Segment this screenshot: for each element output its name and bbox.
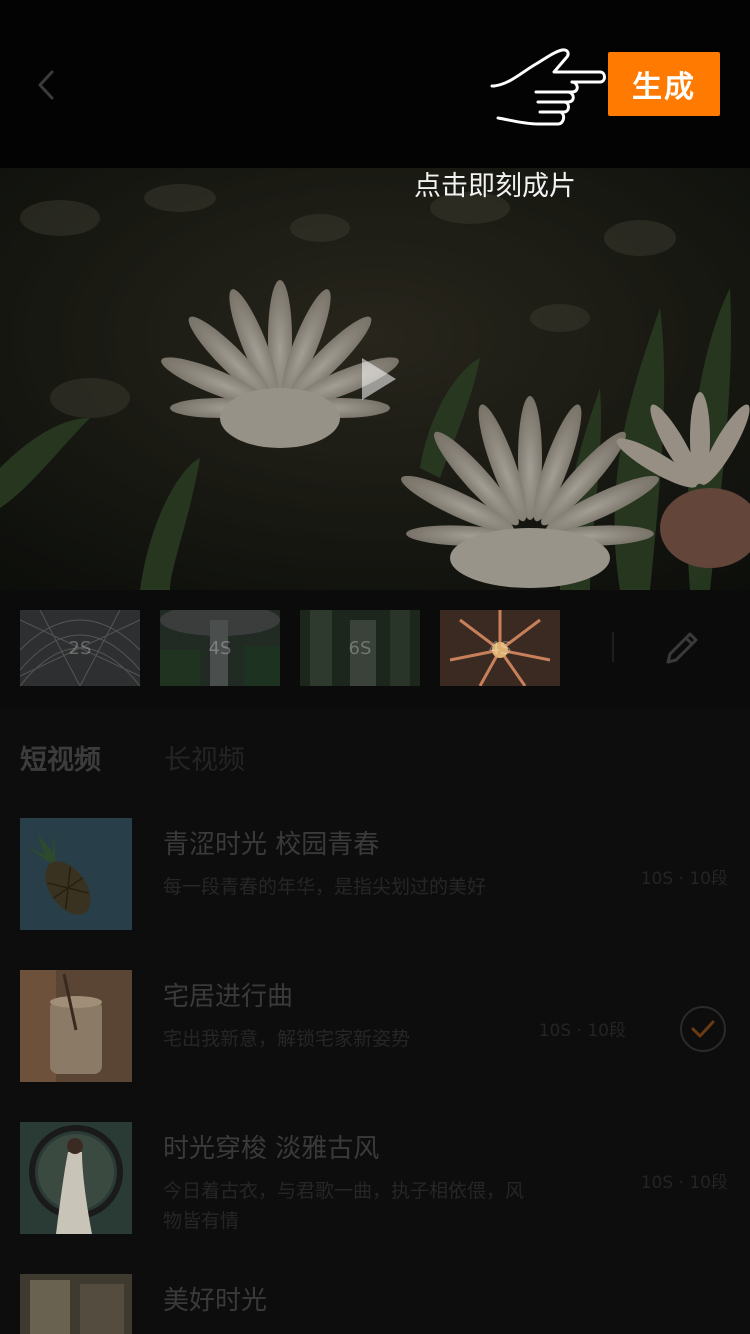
template-description: 今日着古衣，与君歌一曲，执子相依偎，风物皆有情	[163, 1180, 525, 1232]
chevron-left-icon[interactable]	[28, 62, 68, 108]
clip-duration: 6S	[348, 637, 372, 659]
clip-thumbnail[interactable]: 4S	[440, 610, 560, 686]
template-title: 时光穿梭 淡雅古风	[163, 1134, 380, 1164]
clip-duration: 2S	[68, 637, 92, 659]
clip-duration: 4S	[488, 637, 512, 659]
template-title: 美好时光	[163, 1286, 268, 1316]
generate-hint-text: 点击即刻成片	[414, 171, 576, 202]
app-root: 生成 点击即刻成片 2S 4S 6S 4S 短视频 长视频 青涩时光 校园青春 …	[0, 0, 750, 1334]
video-preview[interactable]	[0, 168, 750, 590]
clip-strip: 2S 4S 6S 4S	[0, 590, 750, 708]
clip-strip-divider	[612, 632, 614, 662]
clip-thumbnail[interactable]: 2S	[20, 610, 140, 686]
selected-check-badge[interactable]	[680, 1006, 726, 1052]
clip-thumbnail[interactable]: 6S	[300, 610, 420, 686]
template-list-item[interactable]: 宅居进行曲 宅出我新意，解锁宅家新姿势 10S · 10段	[0, 970, 750, 1082]
template-list-item[interactable]: 青涩时光 校园青春 每一段青春的年华，是指尖划过的美好 10S · 10段	[0, 818, 750, 930]
template-title: 宅居进行曲	[163, 982, 294, 1012]
tab-long-video[interactable]: 长视频	[164, 738, 245, 777]
play-icon[interactable]	[358, 356, 398, 402]
template-meta: 10S · 10段	[538, 1021, 626, 1041]
template-thumbnail	[20, 1274, 132, 1334]
pointing-hand-icon	[490, 48, 606, 126]
clip-duration: 4S	[208, 637, 232, 659]
pencil-icon[interactable]	[660, 626, 704, 670]
template-description: 宅出我新意，解锁宅家新姿势	[163, 1028, 411, 1050]
template-thumbnail	[20, 1122, 132, 1234]
template-thumbnail	[20, 970, 132, 1082]
generate-button[interactable]: 生成	[608, 52, 720, 116]
template-title: 青涩时光 校园青春	[163, 830, 380, 860]
clip-thumbnail[interactable]: 4S	[160, 610, 280, 686]
top-bar: 生成	[0, 0, 750, 168]
beautiful-time-image	[20, 1274, 132, 1334]
template-list-item[interactable]: 美好时光	[0, 1274, 750, 1334]
template-description: 每一段青春的年华，是指尖划过的美好	[163, 876, 487, 898]
template-thumbnail	[20, 818, 132, 930]
template-list-item[interactable]: 时光穿梭 淡雅古风 今日着古衣，与君歌一曲，执子相依偎，风物皆有情 10S · …	[0, 1122, 750, 1234]
pineapple-image	[20, 818, 132, 930]
tab-short-video[interactable]: 短视频	[20, 738, 101, 777]
template-meta: 10S · 10段	[640, 869, 728, 889]
template-meta: 10S · 10段	[640, 1173, 728, 1193]
checkmark-icon	[691, 1020, 715, 1038]
ancient-style-image	[20, 1122, 132, 1234]
drink-image	[20, 970, 132, 1082]
